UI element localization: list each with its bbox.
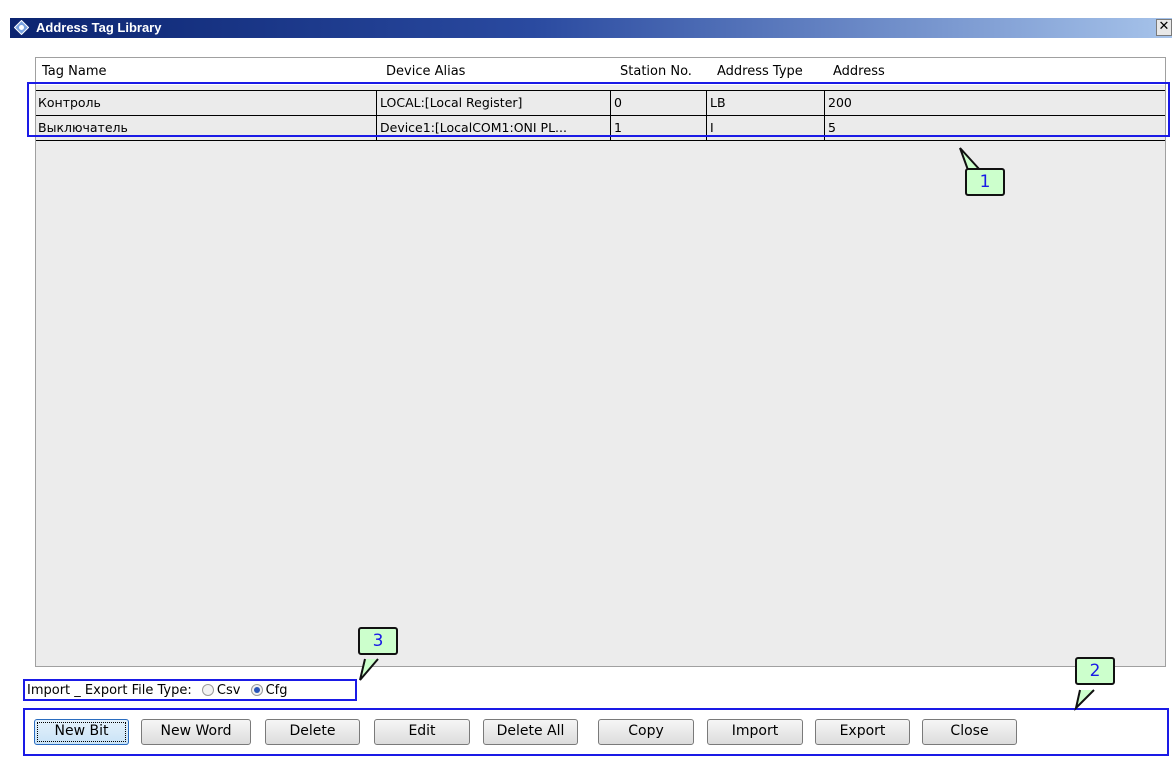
edit-button[interactable]: Edit [374, 719, 470, 745]
file-type-label: Import _ Export File Type: [27, 683, 192, 698]
column-header-address-type[interactable]: Address Type [717, 64, 803, 79]
title-bar: Address Tag Library ✕ [10, 18, 1172, 38]
radio-csv-label[interactable]: Csv [217, 683, 241, 698]
app-icon [14, 20, 29, 35]
column-header-station-no[interactable]: Station No. [620, 64, 692, 79]
export-button[interactable]: Export [815, 719, 910, 745]
file-type-selector: Import _ Export File Type: Csv Cfg [27, 683, 287, 698]
callout-1: 1 [965, 168, 1005, 196]
highlight-rows [27, 82, 1170, 137]
tag-list[interactable]: Tag Name Device Alias Station No. Addres… [35, 57, 1166, 667]
copy-button[interactable]: Copy [598, 719, 694, 745]
radio-cfg[interactable] [250, 684, 263, 696]
radio-cfg-label[interactable]: Cfg [266, 683, 288, 698]
close-icon[interactable]: ✕ [1156, 19, 1172, 36]
new-bit-button[interactable]: New Bit [34, 719, 129, 745]
delete-all-button[interactable]: Delete All [483, 719, 578, 745]
radio-csv[interactable] [201, 684, 214, 696]
column-header-device-alias[interactable]: Device Alias [386, 64, 465, 79]
column-header-tag-name[interactable]: Tag Name [42, 64, 107, 79]
column-header-address[interactable]: Address [833, 64, 885, 79]
callout-2: 2 [1075, 657, 1115, 685]
delete-button[interactable]: Delete [265, 719, 360, 745]
close-button[interactable]: Close [922, 719, 1017, 745]
window-title: Address Tag Library [36, 20, 162, 35]
import-button[interactable]: Import [707, 719, 803, 745]
table-header: Tag Name Device Alias Station No. Addres… [36, 58, 1165, 85]
new-word-button[interactable]: New Word [141, 719, 251, 745]
callout-3: 3 [358, 627, 398, 655]
